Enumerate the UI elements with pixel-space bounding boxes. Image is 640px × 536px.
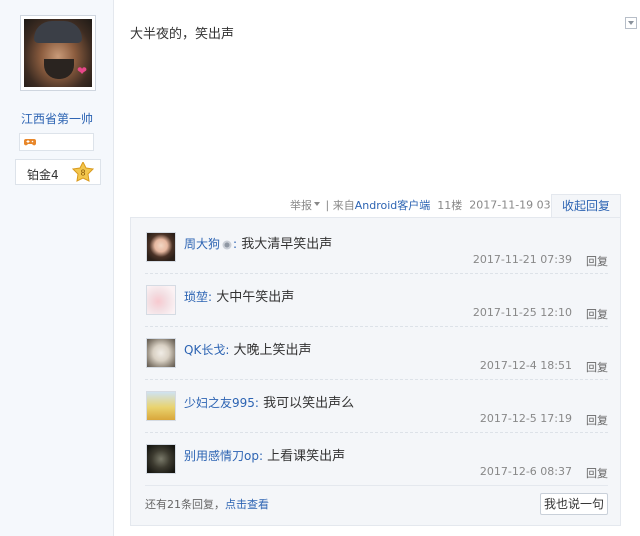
caret-down-icon (314, 202, 320, 206)
reply-content: 上看课笑出声 (267, 449, 346, 464)
reply-line: 别用感情刀op: 上看课笑出声 (184, 449, 346, 464)
reply-avatar[interactable] (146, 232, 176, 262)
reply-author[interactable]: QK长戈 (184, 343, 225, 357)
reply-avatar[interactable] (146, 444, 176, 474)
user-avatar-icon (147, 339, 175, 367)
user-avatar-icon (147, 445, 175, 473)
collapse-replies-button[interactable]: 收起回复 (551, 194, 621, 218)
reply-content: 大中午笑出声 (216, 290, 295, 305)
chevron-down-icon[interactable] (625, 17, 637, 29)
user-avatar-icon: ❤ (24, 19, 92, 87)
reply-avatar[interactable] (146, 285, 176, 315)
reply-item: 琐堃: 大中午笑出声 2017-11-25 12:10 回复 (145, 274, 608, 327)
reply-line: 少妇之友995: 我可以笑出声么 (184, 396, 355, 411)
author-name[interactable]: 江西省第一帅 (0, 110, 114, 127)
reply-item: QK长戈: 大晚上笑出声 2017-12-4 18:51 回复 (145, 327, 608, 380)
user-avatar-icon (147, 286, 175, 314)
heart-icon: ❤ (77, 64, 88, 78)
source-client-link[interactable]: Android客户端 (355, 199, 431, 212)
reply-line: 周大狗: 我大清早笑出声 (184, 237, 333, 252)
author-badge-box (19, 133, 94, 151)
reply-item: 周大狗: 我大清早笑出声 2017-11-21 07:39 回复 (145, 221, 608, 274)
floor-number: 11楼 (437, 199, 463, 212)
reply-time: 2017-12-6 08:37 (479, 465, 572, 478)
post-content: 大半夜的，笑出声 (130, 27, 235, 42)
reply-time: 2017-11-21 07:39 (472, 253, 572, 266)
reply-button[interactable]: 回复 (586, 412, 608, 428)
source-prefix: 来自 (332, 199, 355, 212)
reply-author[interactable]: 少妇之友995 (184, 396, 255, 410)
meta-separator: | (325, 198, 330, 212)
report-link[interactable]: 举报 (290, 198, 322, 212)
user-sidebar: ❤ 江西省第一帅 铂金4 8 (0, 0, 114, 536)
reply-author[interactable]: 琐堃 (184, 290, 208, 304)
add-comment-button[interactable]: 我也说一句 (540, 493, 608, 515)
more-replies-text: 还有21条回复， (145, 498, 225, 511)
reply-avatar[interactable] (146, 338, 176, 368)
reply-author[interactable]: 别用感情刀op (184, 449, 259, 463)
reply-avatar[interactable] (146, 391, 176, 421)
view-more-link[interactable]: 点击查看 (225, 498, 269, 511)
more-replies: 还有21条回复，点击查看 (145, 496, 269, 512)
reply-line: QK长戈: 大晚上笑出声 (184, 343, 312, 358)
level-star-icon: 8 (72, 162, 94, 182)
user-avatar-icon (147, 392, 175, 420)
reply-time: 2017-12-5 17:19 (479, 412, 572, 425)
reply-item: 别用感情刀op: 上看课笑出声 2017-12-6 08:37 回复 (145, 433, 608, 486)
reply-content: 我大清早笑出声 (241, 237, 333, 252)
level-badge-value: 8 (80, 169, 85, 178)
reply-button[interactable]: 回复 (586, 306, 608, 322)
reply-button[interactable]: 回复 (586, 253, 608, 269)
user-avatar-icon (147, 233, 175, 261)
reply-time: 2017-11-25 12:10 (472, 306, 572, 319)
post-meta: 举报 | 来自Android客户端 11楼 2017-11-19 03:40 (290, 197, 568, 215)
reply-box: 周大狗: 我大清早笑出声 2017-11-21 07:39 回复 琐堃: 大中午… (130, 217, 621, 526)
level-name: 铂金4 (27, 168, 59, 182)
reply-line: 琐堃: 大中午笑出声 (184, 290, 295, 305)
reply-time: 2017-12-4 18:51 (479, 359, 572, 372)
reply-author[interactable]: 周大狗 (184, 237, 220, 251)
reply-item: 少妇之友995: 我可以笑出声么 2017-12-5 17:19 回复 (145, 380, 608, 433)
gamepad-icon[interactable] (24, 137, 36, 147)
reply-content: 我可以笑出声么 (263, 396, 355, 411)
reply-content: 大晚上笑出声 (233, 343, 312, 358)
reply-button[interactable]: 回复 (586, 465, 608, 481)
author-level: 铂金4 8 (15, 159, 101, 185)
author-avatar[interactable]: ❤ (20, 15, 96, 91)
reply-button[interactable]: 回复 (586, 359, 608, 375)
vip-badge-icon (222, 240, 232, 249)
